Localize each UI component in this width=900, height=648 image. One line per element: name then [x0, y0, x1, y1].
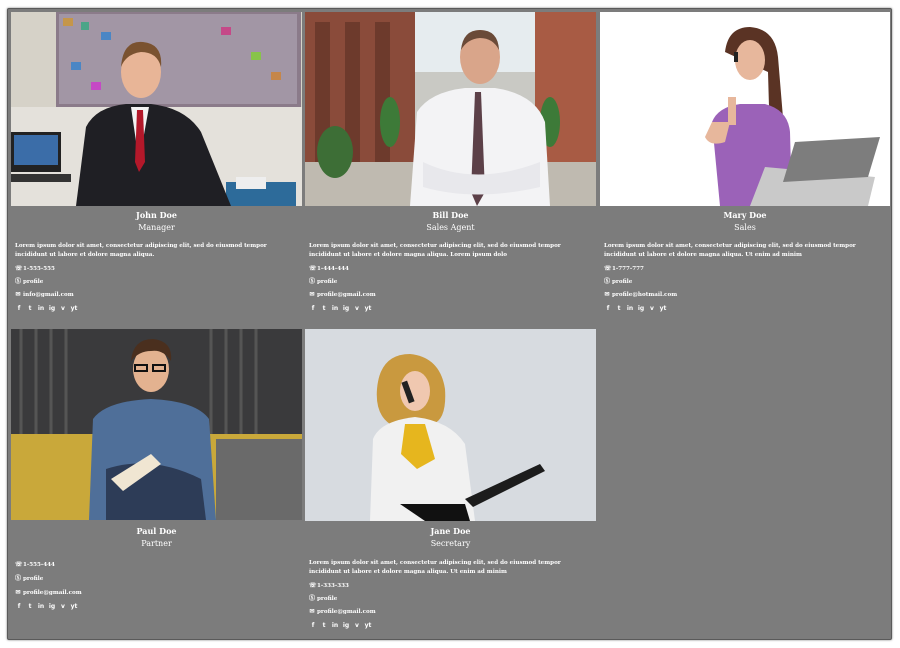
- team-card-mary: Mary Doe Sales Lorem ipsum dolor sit ame…: [600, 12, 890, 327]
- social-links: f t in ig v yt: [15, 305, 78, 313]
- facebook-icon[interactable]: f: [604, 305, 612, 313]
- member-bio: Lorem ipsum dolor sit amet, consectetur …: [15, 243, 267, 258]
- facebook-icon[interactable]: f: [15, 305, 23, 313]
- social-links: f t in ig v yt: [604, 305, 667, 313]
- youtube-icon[interactable]: yt: [364, 622, 372, 630]
- member-email[interactable]: ✉ profile@gmail.com: [309, 608, 375, 616]
- instagram-icon[interactable]: ig: [48, 603, 56, 611]
- vimeo-icon[interactable]: v: [59, 305, 67, 313]
- team-card-jane: Jane Doe Secretary Lorem ipsum dolor sit…: [305, 329, 596, 634]
- email-icon: ✉: [15, 291, 21, 298]
- skype-icon: Ⓢ: [15, 278, 22, 285]
- member-skype[interactable]: Ⓢprofile: [309, 278, 337, 286]
- skype-icon: Ⓢ: [309, 278, 316, 285]
- member-role: Partner: [141, 539, 172, 548]
- skype-icon: Ⓢ: [15, 575, 22, 582]
- member-phone: ☏ 1-777-777: [604, 265, 644, 272]
- vimeo-icon[interactable]: v: [648, 305, 656, 313]
- member-email[interactable]: ✉ info@gmail.com: [15, 291, 73, 299]
- email-icon: ✉: [15, 589, 21, 596]
- twitter-icon[interactable]: t: [320, 305, 328, 313]
- phone-icon: ☏: [309, 582, 317, 589]
- twitter-icon[interactable]: t: [26, 305, 34, 313]
- member-role: Manager: [138, 223, 175, 232]
- linkedin-icon[interactable]: in: [626, 305, 634, 313]
- member-role: Sales Agent: [426, 223, 475, 232]
- team-panel: John Doe Manager Lorem ipsum dolor sit a…: [7, 8, 892, 640]
- instagram-icon[interactable]: ig: [342, 305, 350, 313]
- member-email[interactable]: ✉ profile@gmail.com: [15, 589, 81, 597]
- email-icon: ✉: [604, 291, 610, 298]
- social-links: f t in ig v yt: [309, 622, 372, 630]
- member-name: Mary Doe: [723, 210, 767, 220]
- twitter-icon[interactable]: t: [615, 305, 623, 313]
- linkedin-icon[interactable]: in: [331, 622, 339, 630]
- social-links: f t in ig v yt: [15, 603, 78, 611]
- member-bio: Lorem ipsum dolor sit amet, consectetur …: [309, 243, 561, 258]
- instagram-icon[interactable]: ig: [48, 305, 56, 313]
- facebook-icon[interactable]: f: [309, 305, 317, 313]
- member-phone: ☏ 1-555-444: [15, 561, 55, 568]
- youtube-icon[interactable]: yt: [70, 305, 78, 313]
- team-photo: [305, 12, 596, 206]
- member-name: Jane Doe: [430, 526, 471, 536]
- member-skype[interactable]: Ⓢprofile: [309, 595, 337, 603]
- linkedin-icon[interactable]: in: [37, 603, 45, 611]
- skype-icon: Ⓢ: [604, 278, 611, 285]
- facebook-icon[interactable]: f: [15, 603, 23, 611]
- member-phone: ☏ 1-444-444: [309, 265, 349, 272]
- team-card-bill: Bill Doe Sales Agent Lorem ipsum dolor s…: [305, 12, 596, 327]
- member-email[interactable]: ✉ profile@gmail.com: [309, 291, 375, 299]
- member-email[interactable]: ✉ profile@hotmail.com: [604, 291, 677, 299]
- member-phone: ☏ 1-333-333: [309, 582, 349, 589]
- team-photo: [11, 12, 302, 206]
- skype-icon: Ⓢ: [309, 595, 316, 602]
- member-role: Secretary: [430, 539, 471, 548]
- phone-icon: ☏: [604, 265, 612, 272]
- member-role: Sales: [734, 223, 756, 232]
- linkedin-icon[interactable]: in: [37, 305, 45, 313]
- social-links: f t in ig v yt: [309, 305, 372, 313]
- instagram-icon[interactable]: ig: [637, 305, 645, 313]
- member-name: John Doe: [136, 210, 177, 220]
- phone-icon: ☏: [309, 265, 317, 272]
- team-photo: [11, 329, 302, 520]
- linkedin-icon[interactable]: in: [331, 305, 339, 313]
- team-card-john: John Doe Manager Lorem ipsum dolor sit a…: [11, 12, 302, 327]
- facebook-icon[interactable]: f: [309, 622, 317, 630]
- twitter-icon[interactable]: t: [320, 622, 328, 630]
- youtube-icon[interactable]: yt: [364, 305, 372, 313]
- instagram-icon[interactable]: ig: [342, 622, 350, 630]
- email-icon: ✉: [309, 291, 315, 298]
- member-name: Bill Doe: [432, 210, 469, 220]
- member-bio: Lorem ipsum dolor sit amet, consectetur …: [604, 243, 856, 258]
- team-card-paul: Paul Doe Partner ☏ 1-555-444 Ⓢprofile ✉ pr…: [11, 329, 302, 634]
- team-photo: [600, 12, 890, 206]
- phone-icon: ☏: [15, 265, 23, 272]
- member-bio: Lorem ipsum dolor sit amet, consectetur …: [309, 560, 561, 575]
- twitter-icon[interactable]: t: [26, 603, 34, 611]
- member-phone: ☏ 1-555-555: [15, 265, 55, 272]
- youtube-icon[interactable]: yt: [659, 305, 667, 313]
- team-photo: [305, 329, 596, 521]
- vimeo-icon[interactable]: v: [353, 622, 361, 630]
- vimeo-icon[interactable]: v: [353, 305, 361, 313]
- member-skype[interactable]: Ⓢprofile: [15, 278, 43, 286]
- vimeo-icon[interactable]: v: [59, 603, 67, 611]
- youtube-icon[interactable]: yt: [70, 603, 78, 611]
- email-icon: ✉: [309, 608, 315, 615]
- phone-icon: ☏: [15, 561, 23, 568]
- member-name: Paul Doe: [136, 526, 177, 536]
- member-skype[interactable]: Ⓢprofile: [15, 575, 43, 583]
- member-skype[interactable]: Ⓢprofile: [604, 278, 632, 286]
